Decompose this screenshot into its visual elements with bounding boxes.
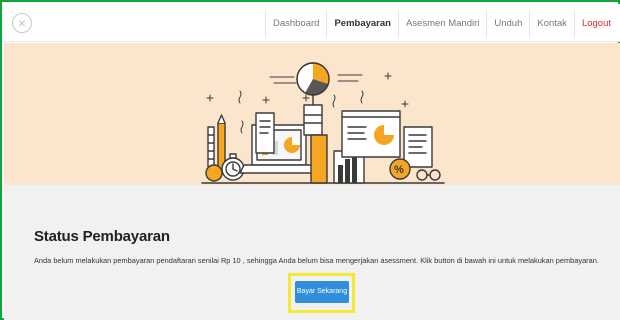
percent-badge-text: % bbox=[394, 164, 404, 176]
nav-logout[interactable]: Logout bbox=[573, 11, 618, 37]
page-title: Status Pembayaran bbox=[34, 228, 170, 245]
close-circle-logo-icon[interactable]: × bbox=[12, 13, 32, 33]
top-navigation-bar: × Dashboard Pembayaran Asesmen Mandiri U… bbox=[4, 4, 620, 42]
payment-status-panel: Status Pembayaran Anda belum melakukan p… bbox=[4, 185, 620, 320]
hero-banner: $ % bbox=[4, 43, 620, 185]
nav-asesmen-mandiri[interactable]: Asesmen Mandiri bbox=[397, 11, 486, 37]
nav-unduh[interactable]: Unduh bbox=[486, 11, 529, 37]
pay-now-button[interactable]: Bayar Sekarang bbox=[295, 281, 349, 303]
nav-dashboard[interactable]: Dashboard bbox=[264, 11, 326, 37]
finance-analytics-illustration: $ % bbox=[201, 62, 445, 184]
nav-pembayaran[interactable]: Pembayaran bbox=[326, 11, 398, 37]
main-nav: Dashboard Pembayaran Asesmen Mandiri Und… bbox=[264, 11, 618, 37]
browser-frame: × Dashboard Pembayaran Asesmen Mandiri U… bbox=[0, 0, 620, 320]
nav-kontak[interactable]: Kontak bbox=[529, 11, 574, 37]
payment-status-message: Anda belum melakukan pembayaran pendafta… bbox=[34, 256, 599, 265]
